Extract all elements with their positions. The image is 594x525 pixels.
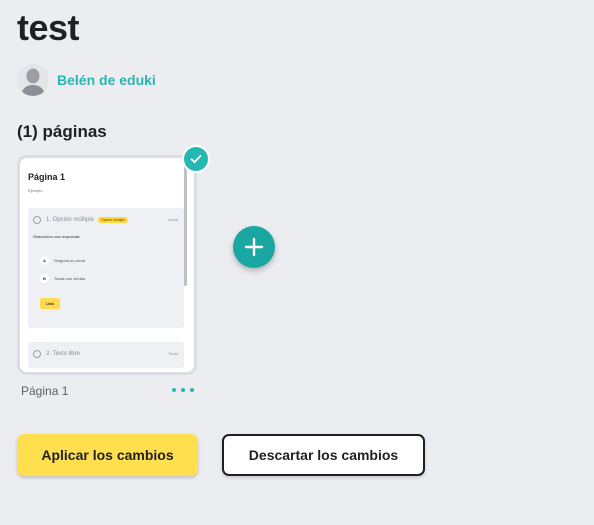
plus-icon: [244, 237, 264, 257]
question-submit-button: Listo: [40, 298, 60, 309]
option-letter: B: [40, 274, 49, 283]
avatar: [17, 64, 49, 96]
question-label: 1. Opción múltiple: [46, 217, 95, 223]
option-letter: A: [40, 256, 49, 265]
apply-changes-button[interactable]: Aplicar los cambios: [17, 434, 198, 476]
page-card[interactable]: Página 1 Ejemplo 1. Opción múltiple Opci…: [17, 155, 197, 375]
page-card-label: Página 1: [21, 384, 69, 398]
question-check-icon: [33, 216, 41, 224]
option-item: B Todas son ciertas: [40, 274, 85, 283]
page-title: test: [17, 7, 80, 48]
question-type: Texto: [168, 351, 178, 356]
selected-check-icon[interactable]: [182, 145, 210, 173]
more-options-icon[interactable]: [172, 384, 194, 396]
author-name[interactable]: Belén de eduki: [57, 72, 156, 88]
option-text: Todas son ciertas: [54, 276, 86, 281]
option-item: A Ninguna es cierta: [40, 256, 85, 265]
question-label: 2. Texto libre: [46, 351, 80, 357]
thumbnail-subtitle: Ejemplo: [28, 188, 43, 193]
thumbnail-scrollbar: [184, 158, 187, 286]
thumbnail-title: Página 1: [28, 172, 66, 182]
option-text: Ninguna es cierta: [54, 258, 86, 263]
question-prompt: Selecciona una respuesta:: [33, 234, 81, 239]
question-type: Única: [167, 217, 178, 222]
question-block: 2. Texto libre Texto: [28, 342, 184, 368]
question-check-icon: [33, 350, 41, 358]
user-avatar-icon: [17, 64, 49, 96]
page-root: test Belén de eduki (1) páginas Página 1…: [0, 0, 594, 525]
check-icon: [190, 154, 202, 164]
question-tag: Opción múltiple: [98, 217, 129, 223]
add-page-button[interactable]: [233, 226, 275, 268]
question-block: 1. Opción múltiple Opción múltiple Única…: [28, 208, 184, 328]
pages-count-heading: (1) páginas: [17, 122, 107, 141]
discard-changes-button[interactable]: Descartar los cambios: [222, 434, 425, 476]
author[interactable]: Belén de eduki: [17, 64, 156, 96]
